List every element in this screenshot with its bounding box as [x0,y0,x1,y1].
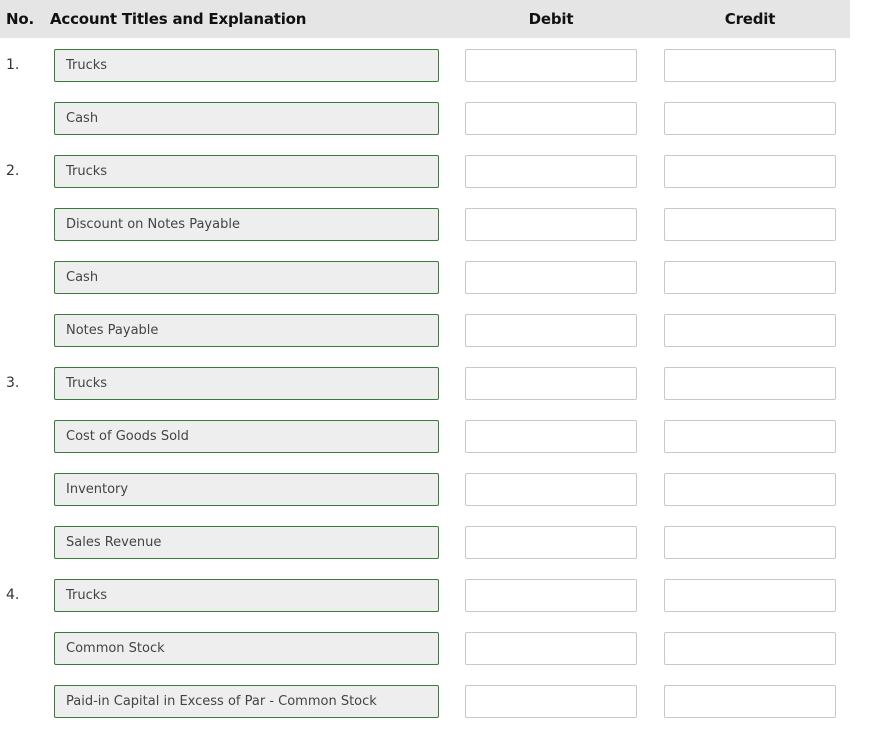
debit-input[interactable] [465,367,637,400]
account-title-text: Cost of Goods Sold [66,429,189,444]
journal-row: Inventory [0,473,872,506]
credit-input[interactable] [664,155,836,188]
journal-row: Cash [0,261,872,294]
account-title-text: Cash [66,270,99,285]
account-title-text: Trucks [66,588,108,603]
column-header-no: No. [6,10,34,28]
journal-row: Sales Revenue [0,526,872,559]
debit-input[interactable] [465,685,637,718]
debit-input[interactable] [465,208,637,241]
journal-row: Notes Payable [0,314,872,347]
column-header-account: Account Titles and Explanation [50,10,307,28]
debit-input[interactable] [465,526,637,559]
account-title-text: Notes Payable [66,323,159,338]
debit-input[interactable] [465,420,637,453]
debit-input[interactable] [465,261,637,294]
account-title-field[interactable]: Cash [54,261,439,294]
credit-input[interactable] [664,208,836,241]
entry-number: 2. [6,163,20,179]
credit-input[interactable] [664,579,836,612]
entry-number: 1. [6,57,20,73]
credit-input[interactable] [664,632,836,665]
journal-row: 4. Trucks [0,579,872,612]
journal-row: Cash [0,102,872,135]
account-title-text: Cash [66,111,99,126]
account-title-field[interactable]: Cost of Goods Sold [54,420,439,453]
debit-input[interactable] [465,49,637,82]
account-title-field[interactable]: Notes Payable [54,314,439,347]
credit-input[interactable] [664,367,836,400]
account-title-field[interactable]: Common Stock [54,632,439,665]
column-header-credit: Credit [724,10,776,28]
account-title-field[interactable]: Trucks [54,579,439,612]
journal-row: 1. Trucks [0,49,872,82]
account-title-field[interactable]: Trucks [54,367,439,400]
debit-input[interactable] [465,632,637,665]
account-title-field[interactable]: Cash [54,102,439,135]
account-title-field[interactable]: Trucks [54,49,439,82]
debit-input[interactable] [465,314,637,347]
debit-input[interactable] [465,473,637,506]
credit-input[interactable] [664,49,836,82]
debit-input[interactable] [465,102,637,135]
account-title-field[interactable]: Trucks [54,155,439,188]
entry-number: 4. [6,587,20,603]
journal-row: Paid-in Capital in Excess of Par - Commo… [0,685,872,718]
journal-row: Cost of Goods Sold [0,420,872,453]
column-header-debit: Debit [528,10,574,28]
journal-row: 3. Trucks [0,367,872,400]
account-title-field[interactable]: Paid-in Capital in Excess of Par - Commo… [54,685,439,718]
credit-input[interactable] [664,473,836,506]
account-title-text: Common Stock [66,641,165,656]
account-title-text: Trucks [66,376,108,391]
credit-input[interactable] [664,685,836,718]
journal-row: Discount on Notes Payable [0,208,872,241]
account-title-text: Discount on Notes Payable [66,217,240,232]
credit-input[interactable] [664,526,836,559]
account-title-text: Trucks [66,164,108,179]
account-title-field[interactable]: Inventory [54,473,439,506]
credit-input[interactable] [664,102,836,135]
account-title-text: Paid-in Capital in Excess of Par - Commo… [66,694,377,709]
journal-row: Common Stock [0,632,872,665]
account-title-field[interactable]: Sales Revenue [54,526,439,559]
table-header: No. Account Titles and Explanation Debit… [0,0,850,38]
account-title-text: Sales Revenue [66,535,162,550]
credit-input[interactable] [664,314,836,347]
entry-number: 3. [6,375,20,391]
credit-input[interactable] [664,261,836,294]
account-title-field[interactable]: Discount on Notes Payable [54,208,439,241]
debit-input[interactable] [465,579,637,612]
debit-input[interactable] [465,155,637,188]
journal-row: 2. Trucks [0,155,872,188]
account-title-text: Trucks [66,58,108,73]
credit-input[interactable] [664,420,836,453]
account-title-text: Inventory [66,482,129,497]
